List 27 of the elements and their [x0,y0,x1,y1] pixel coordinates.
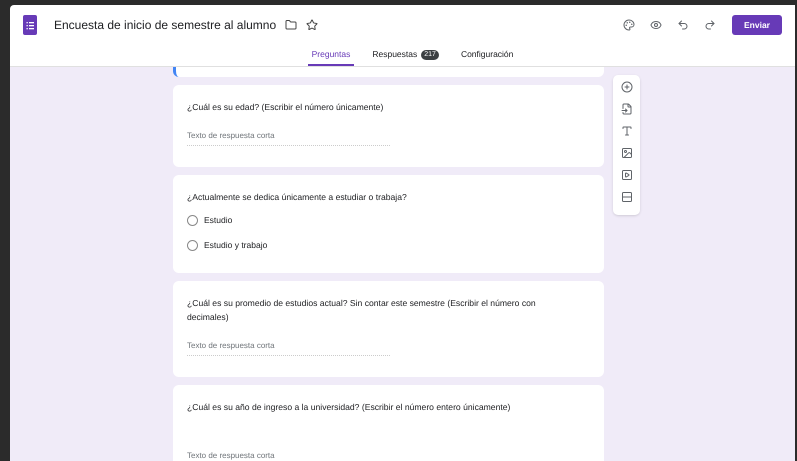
star-icon[interactable] [306,19,318,31]
redo-icon[interactable] [704,19,716,31]
short-answer-field[interactable]: Texto de respuesta corta [187,340,390,356]
question-title: ¿Cuál es su promedio de estudios actual? Sin contar este semestre (Escribir el número con decimales) [187,296,537,324]
preview-icon[interactable] [650,19,662,31]
form-title[interactable]: Encuesta de inicio de semestre al alumno [54,16,276,34]
add-question-icon[interactable] [620,81,632,93]
option-label: Estudio [204,214,232,227]
option-label: Estudio y trabajo [204,238,268,252]
section-icon[interactable] [620,191,632,203]
question-title: ¿Cuál es su año de ingreso a la universidad? (Escribir el número entero únicamente) [187,400,512,414]
question-title: ¿Cuál es su edad? (Escribir el número únicamente) [187,101,384,114]
short-answer-field[interactable]: Texto de respuesta corta [187,450,390,461]
radio-button[interactable] [187,240,198,251]
undo-icon[interactable] [677,19,689,31]
image-icon[interactable] [620,147,632,159]
video-icon[interactable] [620,169,632,181]
send-button[interactable]: Enviar [732,15,782,35]
short-answer-field[interactable]: Texto de respuesta corta [187,130,390,146]
radio-button[interactable] [187,214,198,226]
tab[interactable]: Configuración [456,45,518,66]
import-icon[interactable] [620,103,632,115]
title-text-icon[interactable] [620,125,632,137]
folder-icon[interactable] [285,19,298,31]
forms-logo-icon[interactable] [23,15,37,35]
question-title: ¿Actualmente se dedica únicamente a estudiar o trabaja? [187,191,408,204]
palette-icon[interactable] [623,19,635,31]
